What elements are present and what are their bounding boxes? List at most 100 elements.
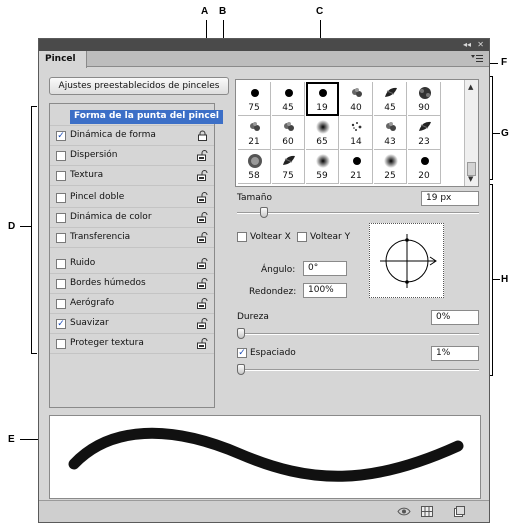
flip-x-checkbox[interactable]	[237, 232, 247, 242]
brush-tip-cell[interactable]: 60	[272, 116, 305, 150]
brush-tip-cell[interactable]: 25	[374, 150, 407, 184]
brush-tip-size: 19	[316, 103, 328, 113]
brush-tip-size: 45	[384, 103, 396, 113]
new-page-icon[interactable]	[453, 506, 465, 517]
brush-tip-cell[interactable]: 75	[272, 150, 305, 184]
roundness-field[interactable]: 100%	[303, 283, 347, 298]
lock-closed-icon[interactable]	[197, 130, 208, 141]
spacing-slider-track[interactable]	[237, 369, 479, 371]
close-icon[interactable]: ✕	[477, 39, 484, 51]
option-forma-de-la-punta-del-pincel[interactable]: Forma de la punta del pincel	[50, 106, 223, 126]
option-ruido[interactable]: Ruido	[50, 254, 214, 274]
option-checkbox[interactable]	[56, 171, 66, 181]
hardness-slider-handle[interactable]	[237, 328, 245, 339]
brush-tip-icon	[382, 119, 400, 138]
brush-tip-size: 59	[316, 171, 328, 181]
option-dinamica-de-forma[interactable]: ✓ Dinámica de forma	[50, 126, 214, 146]
angle-roundness-preview[interactable]	[369, 223, 444, 298]
brush-tip-cell[interactable]: 43	[374, 116, 407, 150]
option-checkbox[interactable]	[56, 151, 66, 161]
brush-tip-size: 90	[418, 103, 430, 113]
option-label: Proteger textura	[70, 338, 144, 348]
size-field[interactable]: 19 px	[421, 191, 479, 206]
option-checkbox[interactable]	[56, 193, 66, 203]
brush-tip-cell[interactable]: 65	[306, 116, 339, 150]
option-checkbox[interactable]	[56, 339, 66, 349]
tab-pincel[interactable]: Pincel	[39, 51, 87, 68]
spacing-slider-handle[interactable]	[237, 364, 245, 375]
brush-tip-size: 40	[350, 103, 362, 113]
option-dispersion[interactable]: Dispersión	[50, 146, 214, 166]
brush-grid-scrollbar[interactable]: ▲ ▼	[464, 80, 478, 186]
angle-field[interactable]: 0°	[303, 261, 347, 276]
spacing-checkbox[interactable]: ✓	[237, 348, 247, 358]
option-textura[interactable]: Textura	[50, 166, 214, 186]
flip-y-checkbox[interactable]	[297, 232, 307, 242]
option-pincel-doble[interactable]: Pincel doble	[50, 188, 214, 208]
option-checkbox[interactable]	[56, 213, 66, 223]
hardness-field[interactable]: 0%	[431, 310, 479, 325]
option-aerografo[interactable]: Aerógrafo	[50, 294, 214, 314]
lock-open-icon[interactable]	[197, 258, 208, 269]
option-bordes-humedos[interactable]: Bordes húmedos	[50, 274, 214, 294]
option-proteger-textura[interactable]: Proteger textura	[50, 334, 214, 354]
brush-tip-cell[interactable]: 21	[340, 150, 373, 184]
option-label: Forma de la punta del pincel	[70, 110, 223, 124]
scroll-thumb[interactable]	[467, 162, 476, 176]
brush-tip-cell[interactable]: 19	[306, 82, 339, 116]
brush-tip-size: 21	[248, 137, 260, 147]
brush-tip-icon	[382, 85, 400, 104]
option-transferencia[interactable]: Transferencia	[50, 228, 214, 248]
option-checkbox[interactable]	[56, 233, 66, 243]
panel-menu-icon[interactable]	[471, 54, 483, 67]
brush-tip-cell[interactable]: 14	[340, 116, 373, 150]
callout-b: B	[219, 6, 227, 17]
lock-open-icon[interactable]	[197, 212, 208, 223]
brush-tip-cell[interactable]: 45	[272, 82, 305, 116]
brush-tip-cell[interactable]: 23	[408, 116, 441, 150]
lock-open-icon[interactable]	[197, 170, 208, 181]
hardness-slider-track[interactable]	[237, 333, 479, 335]
lock-open-icon[interactable]	[197, 298, 208, 309]
lock-open-icon[interactable]	[197, 338, 208, 349]
option-suavizar[interactable]: ✓ Suavizar	[50, 314, 214, 334]
brush-tip-cell[interactable]: 21	[238, 116, 271, 150]
panel-tab-row: Pincel	[39, 51, 489, 68]
option-dinamica-de-color[interactable]: Dinámica de color	[50, 208, 214, 228]
collapse-icon[interactable]: ◂◂	[463, 39, 471, 51]
option-label: Ruido	[70, 258, 96, 268]
brush-tip-icon	[246, 119, 264, 138]
spacing-field[interactable]: 1%	[431, 346, 479, 361]
lock-open-icon[interactable]	[197, 318, 208, 329]
brush-tip-icon	[280, 85, 298, 104]
brush-tip-icon	[314, 153, 332, 172]
option-label: Pincel doble	[70, 192, 125, 202]
brush-tip-cell[interactable]: 20	[408, 150, 441, 184]
lock-open-icon[interactable]	[197, 278, 208, 289]
option-label: Transferencia	[70, 232, 131, 242]
scroll-up-icon[interactable]: ▲	[468, 83, 473, 91]
size-slider-handle[interactable]	[260, 207, 269, 218]
size-label: Tamaño	[237, 193, 273, 203]
brush-presets-button[interactable]: Ajustes preestablecidos de pinceles	[49, 77, 229, 95]
option-checkbox[interactable]	[56, 259, 66, 269]
lock-open-icon[interactable]	[197, 192, 208, 203]
scroll-down-icon[interactable]: ▼	[468, 175, 473, 183]
option-checkbox[interactable]	[56, 299, 66, 309]
brush-tip-cell[interactable]: 40	[340, 82, 373, 116]
grid-icon[interactable]	[421, 506, 433, 517]
brush-tip-cell[interactable]: 59	[306, 150, 339, 184]
size-slider-track[interactable]	[237, 212, 479, 214]
brush-tip-cell[interactable]: 90	[408, 82, 441, 116]
option-checkbox[interactable]: ✓	[56, 131, 66, 141]
visibility-eye-icon[interactable]	[397, 506, 411, 517]
brush-tip-cell[interactable]: 58	[238, 150, 271, 184]
brush-tip-cell[interactable]: 45	[374, 82, 407, 116]
option-checkbox[interactable]	[56, 279, 66, 289]
panel-title-bar[interactable]: ◂◂ ✕	[39, 39, 489, 51]
lock-open-icon[interactable]	[197, 232, 208, 243]
brush-tip-cell[interactable]: 75	[238, 82, 271, 116]
lock-open-icon[interactable]	[197, 150, 208, 161]
spacing-label: Espaciado	[250, 348, 296, 358]
option-checkbox[interactable]: ✓	[56, 319, 66, 329]
